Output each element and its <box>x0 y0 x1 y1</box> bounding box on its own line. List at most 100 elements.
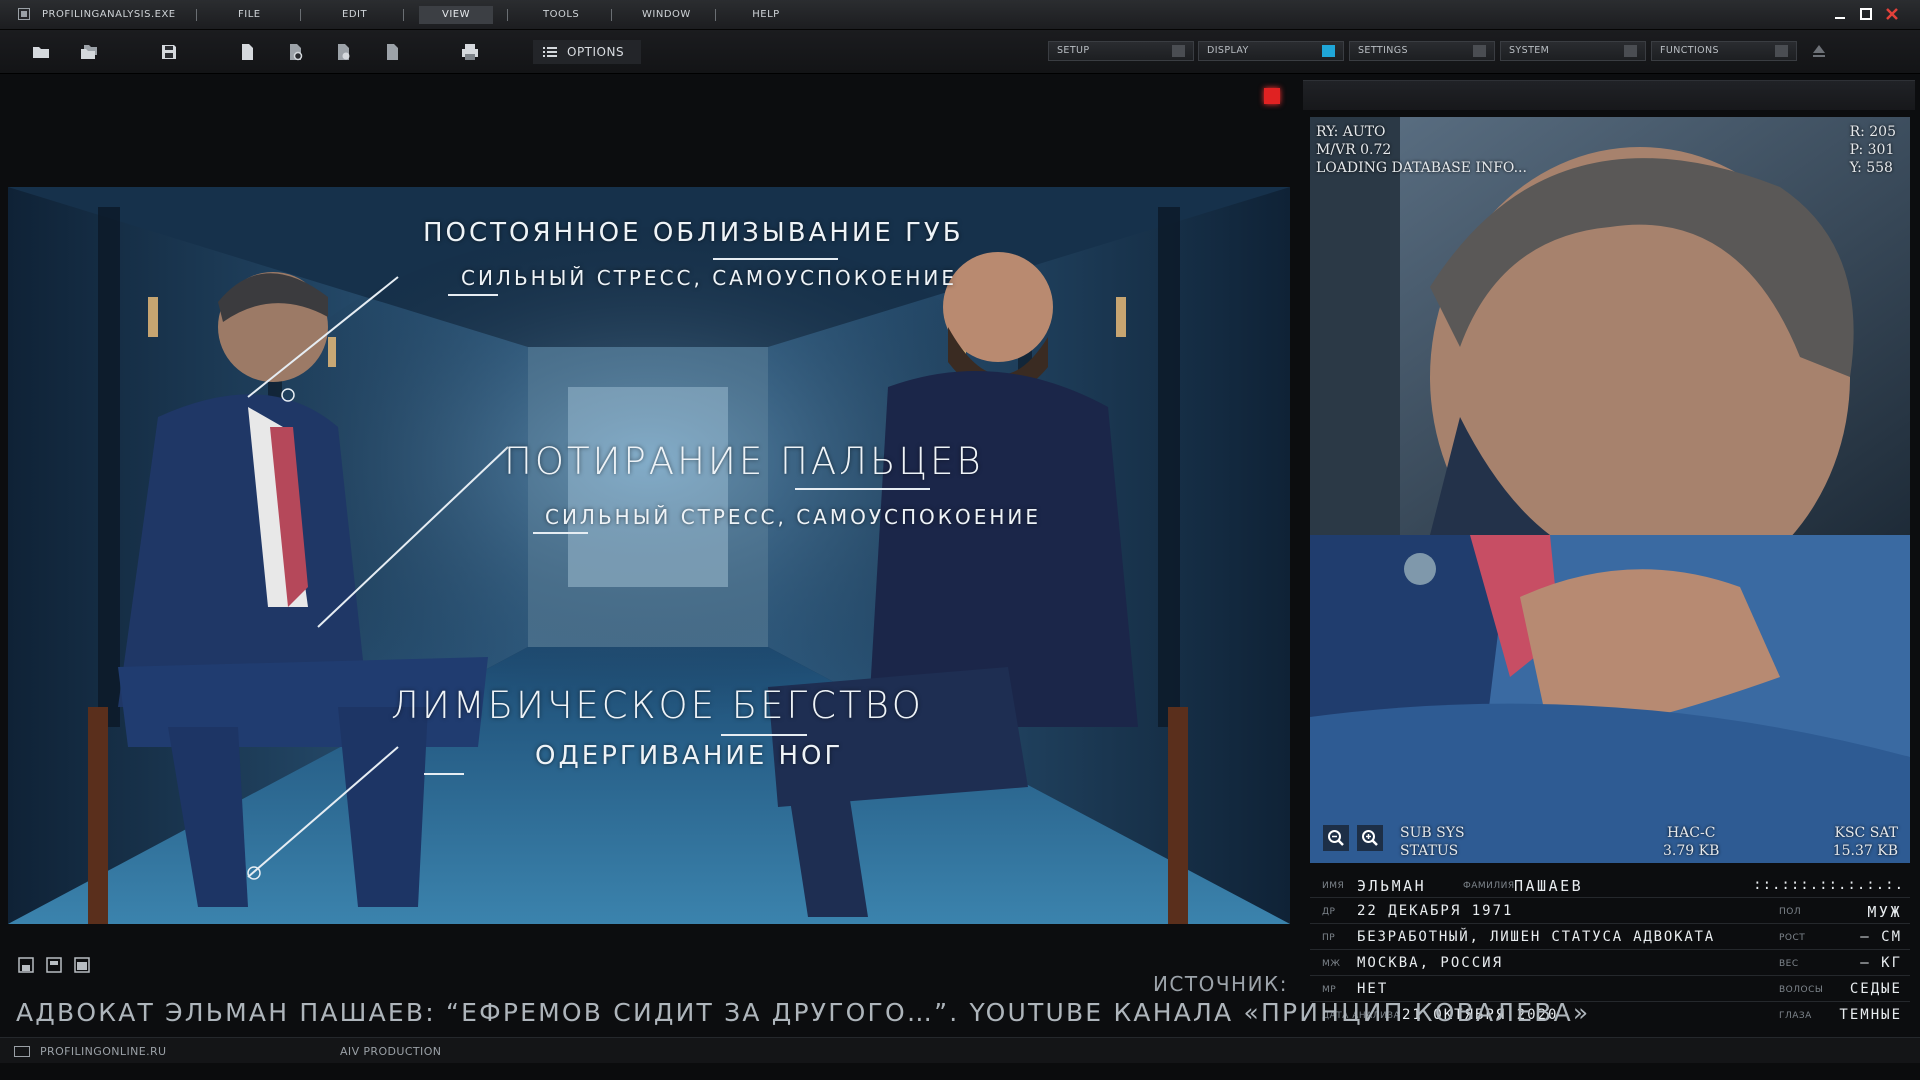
hac-readout: HAC-C 3.79 KB <box>1663 824 1719 860</box>
document-icon <box>242 44 253 60</box>
status-bar: PROFILINGONLINE.RU AIV PRODUCTION <box>0 1037 1920 1063</box>
document-copy-icon <box>387 44 398 60</box>
status-label: STATUS <box>1400 843 1459 859</box>
menu-bar: PROFILINGANALYSIS.EXE FILE EDIT VIEW TOO… <box>0 0 1920 30</box>
video-frame[interactable]: ПОСТОЯННОЕ ОБЛИЗЫВАНИЕ ГУБ СИЛЬНЫЙ СТРЕС… <box>8 187 1290 924</box>
zoom-panel-header <box>1303 80 1915 110</box>
menu-separator <box>611 9 612 21</box>
info-row-profession: ПР БЕЗРАБОТНЫЙ, ЛИШЕН СТАТУСА АДВОКАТА Р… <box>1310 925 1910 950</box>
overlay-underline <box>721 734 807 736</box>
surname-value: ПАШАЕВ <box>1514 877 1584 895</box>
hud-r: R: 205 <box>1849 124 1896 140</box>
setup-toggle[interactable]: SETUP <box>1048 41 1194 61</box>
media-export-icon[interactable] <box>46 957 62 973</box>
hair-value: СЕДЫЕ <box>1849 981 1902 997</box>
source-label: ИСТОЧНИК: <box>1152 972 1288 996</box>
menu-edit[interactable]: EDIT <box>332 6 372 24</box>
toolbar: OPTIONS SETUP DISPLAY SETTINGS SYSTEM FU… <box>0 30 1920 74</box>
save-button[interactable] <box>159 42 179 62</box>
open-folders-button[interactable] <box>79 42 99 62</box>
subject-code: ::.:::.::.:.:.:. <box>1753 877 1904 893</box>
height-label: РОСТ <box>1779 933 1806 943</box>
weight-label: ВЕС <box>1779 959 1799 969</box>
close-button[interactable] <box>1884 6 1900 22</box>
weight-value: – КГ <box>1860 955 1902 971</box>
menu-separator <box>507 9 508 21</box>
zoom-in-button[interactable] <box>1357 825 1383 851</box>
hud-loading: LOADING DATABASE INFO... <box>1316 160 1527 176</box>
overlay-underline <box>713 258 838 260</box>
document-settings-button[interactable] <box>285 42 305 62</box>
display-toggle[interactable]: DISPLAY <box>1198 41 1344 61</box>
minimize-icon <box>1835 17 1845 19</box>
save-icon <box>162 45 176 59</box>
overlay-underline <box>448 294 498 296</box>
site-link[interactable]: PROFILINGONLINE.RU <box>40 1045 166 1058</box>
media-controls <box>18 957 108 977</box>
add-document-button[interactable] <box>333 42 353 62</box>
zoom-out-button[interactable] <box>1323 825 1349 851</box>
list-icon <box>543 47 557 57</box>
info-row-city: МЖ МОСКВА, РОССИЯ ВЕС – КГ <box>1310 951 1910 976</box>
interview-scene <box>8 187 1290 924</box>
hud-right: R: 205 P: 301 Y: 558 <box>1850 123 1896 177</box>
maximize-icon <box>1860 8 1872 20</box>
name-value: ЭЛЬМАН <box>1357 877 1427 895</box>
menu-separator <box>300 9 301 21</box>
options-button[interactable]: OPTIONS <box>533 40 641 64</box>
subsys-status: SUB SYS STATUS <box>1400 824 1465 860</box>
settings-toggle[interactable]: SETTINGS <box>1349 41 1495 61</box>
app-title: PROFILINGANALYSIS.EXE <box>42 9 176 20</box>
hac-label: HAC-C <box>1666 825 1716 841</box>
minimize-button[interactable] <box>1832 6 1848 22</box>
document-gear-icon <box>290 44 303 61</box>
new-document-button[interactable] <box>237 42 257 62</box>
ksc-label: KSC SAT <box>1834 825 1899 841</box>
zoom-view[interactable]: RY: AUTO M/VR 0.72 LOADING DATABASE INFO… <box>1310 117 1910 863</box>
surname-label: ФАМИЛИЯ <box>1463 881 1515 891</box>
media-window-icon[interactable] <box>74 957 90 973</box>
maximize-button[interactable] <box>1858 6 1874 22</box>
settings-indicator <box>1473 45 1486 57</box>
media-save-icon[interactable] <box>18 957 34 973</box>
mp-label: МР <box>1322 985 1337 995</box>
dob-label: ДР <box>1322 907 1336 917</box>
ksc-readout: KSC SAT 15.37 KB <box>1833 824 1898 860</box>
subsys-label: SUB SYS <box>1400 825 1465 841</box>
menu-help[interactable]: HELP <box>741 6 791 24</box>
menu-view[interactable]: VIEW <box>419 6 493 24</box>
system-label: SYSTEM <box>1509 45 1550 56</box>
overlay-limbic-flight-sub: ОДЕРГИВАНИЕ НОГ <box>535 741 844 771</box>
setup-indicator <box>1172 45 1185 57</box>
info-row-name: ИМЯ ЭЛЬМАН ФАМИЛИЯ ПАШАЕВ ::.:::.::.:.:.… <box>1310 873 1910 898</box>
monitor-icon <box>14 1046 30 1057</box>
city-value: МОСКВА, РОССИЯ <box>1357 955 1504 971</box>
hud-left: RY: AUTO M/VR 0.72 LOADING DATABASE INFO… <box>1316 123 1527 177</box>
system-toggle[interactable]: SYSTEM <box>1500 41 1646 61</box>
zoomed-subject-image <box>1310 117 1910 863</box>
menu-separator <box>715 9 716 21</box>
open-folder-button[interactable] <box>31 42 51 62</box>
app-icon <box>18 8 30 20</box>
overlay-finger-rubbing-sub: СИЛЬНЫЙ СТРЕСС, САМОУСПОКОЕНИЕ <box>545 505 1042 529</box>
overlay-underline <box>533 532 588 534</box>
hud-y: Y: 558 <box>1849 160 1893 176</box>
system-indicator <box>1624 45 1637 57</box>
overlay-limbic-flight-title: ЛИМБИЧЕСКОЕ БЕГСТВО <box>391 684 924 727</box>
hac-size: 3.79 KB <box>1663 843 1720 859</box>
profession-label: ПР <box>1322 933 1336 943</box>
eject-button[interactable] <box>1812 43 1826 59</box>
display-indicator <box>1322 45 1335 57</box>
overlay-finger-rubbing-title: ПОТИРАНИЕ ПАЛЬЦЕВ <box>504 440 984 483</box>
profession-value: БЕЗРАБОТНЫЙ, ЛИШЕН СТАТУСА АДВОКАТА <box>1357 929 1716 945</box>
functions-toggle[interactable]: FUNCTIONS <box>1651 41 1797 61</box>
overlay-underline <box>424 773 464 775</box>
hair-label: ВОЛОСЫ <box>1779 985 1824 995</box>
menu-window[interactable]: WINDOW <box>632 6 692 24</box>
menu-tools[interactable]: TOOLS <box>533 6 585 24</box>
copy-document-button[interactable] <box>382 42 402 62</box>
print-button[interactable] <box>460 42 480 62</box>
display-label: DISPLAY <box>1207 45 1249 56</box>
menu-file[interactable]: FILE <box>228 6 268 24</box>
hud-mvr: M/VR 0.72 <box>1316 142 1392 158</box>
